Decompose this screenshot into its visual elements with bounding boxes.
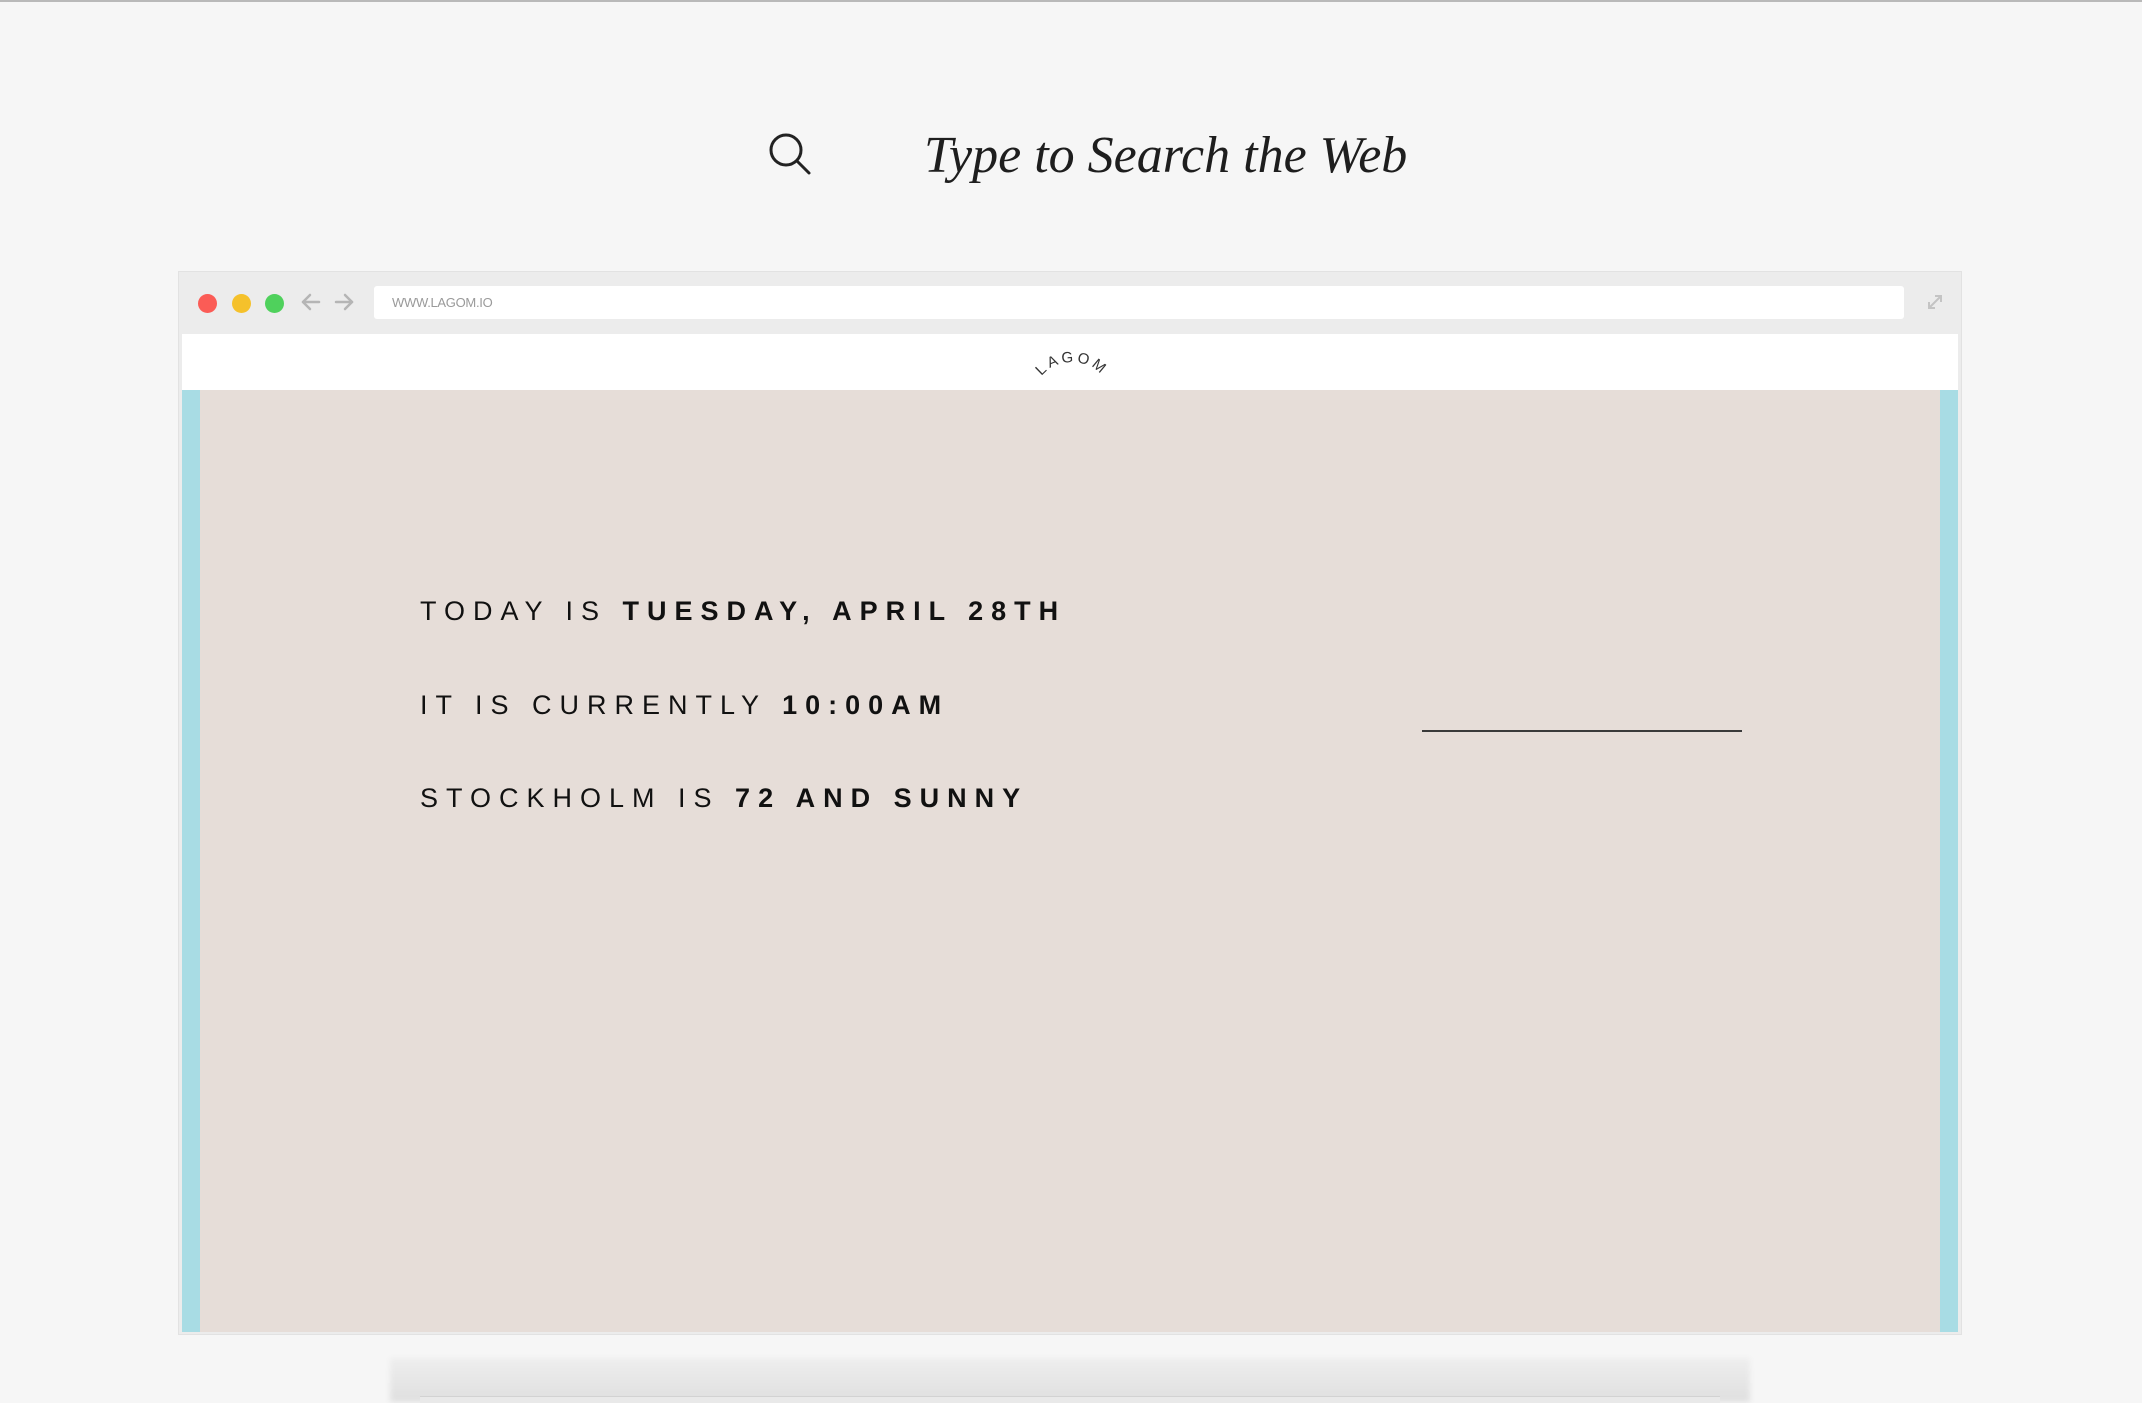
time-label: IT IS CURRENTLY [420, 690, 783, 720]
top-border [0, 0, 2142, 2]
date-label: TODAY IS [420, 596, 623, 626]
site-header: LAGOM [182, 334, 1958, 390]
site-content: TODAY IS TUESDAY, APRIL 28TH IT IS CURRE… [182, 390, 1958, 1332]
svg-text:LAGOM: LAGOM [1032, 349, 1111, 379]
browser-toolbar: WWW.LAGOM.IO [179, 272, 1961, 334]
date-line: TODAY IS TUESDAY, APRIL 28TH [420, 596, 1066, 627]
close-window-button[interactable] [198, 294, 217, 313]
search-icon[interactable] [766, 130, 814, 178]
expand-icon[interactable] [1925, 292, 1945, 312]
weather-line: STOCKHOLM IS 72 AND SUNNY [420, 783, 1028, 814]
arrow-left-icon[interactable] [300, 291, 322, 313]
time-value: 10:00AM [782, 690, 950, 720]
search-input[interactable] [900, 115, 1624, 195]
divider-line [1422, 730, 1742, 732]
logo-text: LAGOM [1032, 349, 1108, 379]
minimize-window-button[interactable] [232, 294, 251, 313]
weather-value: 72 AND SUNNY [735, 783, 1029, 813]
date-value: TUESDAY, APRIL 28TH [622, 596, 1067, 626]
address-bar[interactable]: WWW.LAGOM.IO [374, 286, 1904, 319]
weather-label: STOCKHOLM IS [420, 783, 736, 813]
browser-window: WWW.LAGOM.IO LAGOM TODAY IS TUESDAY, APR… [178, 271, 1962, 1335]
time-line: IT IS CURRENTLY 10:00AM [420, 690, 949, 721]
arrow-right-icon[interactable] [333, 291, 355, 313]
lagom-logo[interactable]: LAGOM [1032, 342, 1112, 380]
maximize-window-button[interactable] [265, 294, 284, 313]
